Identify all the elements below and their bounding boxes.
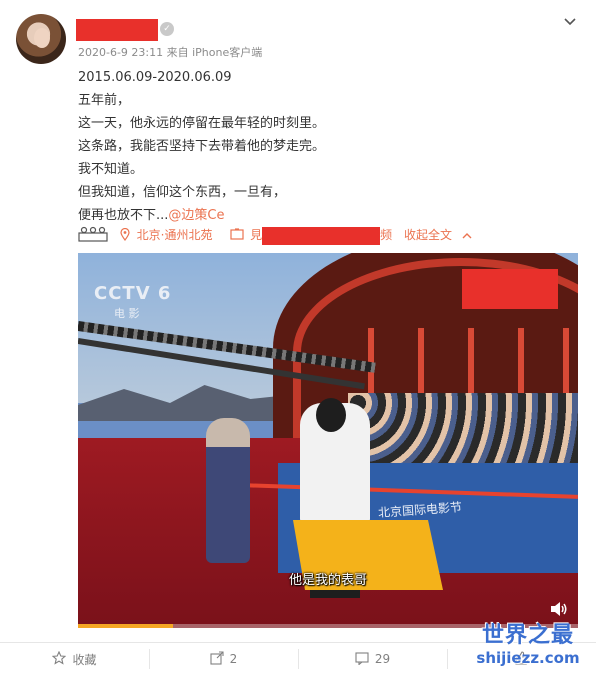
video-subtitle: 他是我的表哥 <box>288 573 367 588</box>
post-line: 但我知道，信仰这个东西，一旦有， <box>78 185 287 200</box>
post-line-text: 便再也放不下... <box>78 208 169 223</box>
video-player[interactable]: 北京国际电影节 CCTV 6 电 影 他是我的表哥 <box>78 253 578 628</box>
repost-button[interactable]: 2 <box>149 643 298 675</box>
watermark: 世界之最 shijiezz.com <box>466 617 590 667</box>
location-icon <box>120 227 130 244</box>
post-line: 这条路，我能否坚持下去带着他的梦走完。 <box>78 139 326 154</box>
video-link-icon <box>230 228 244 243</box>
video-corner-redaction <box>462 269 558 309</box>
collapse-link[interactable]: 收起全文 <box>404 228 452 242</box>
repost-icon <box>210 650 224 668</box>
post-line: 便再也放不下...@边策Ce <box>78 204 578 227</box>
chevron-up-icon[interactable] <box>462 229 472 243</box>
chevron-down-icon[interactable] <box>563 15 577 29</box>
mention-link[interactable]: @边策Ce <box>168 208 224 223</box>
weibo-post-card: ✓ 2020-6-9 23:11 来自 iPhone客户端 2015.06.09… <box>0 0 596 674</box>
video-crowd <box>348 393 578 468</box>
channel-logo: CCTV 6 <box>94 283 172 304</box>
avatar[interactable] <box>16 14 66 64</box>
username-redaction <box>76 19 158 41</box>
post-line: 2015.06.09-2020.06.09 <box>78 70 232 85</box>
watermark-url: shijiezz.com <box>476 649 580 667</box>
video-progress-fill <box>78 624 173 628</box>
post-line: 我不知道。 <box>78 162 144 177</box>
video-person-head <box>316 398 346 432</box>
post-text: 2015.06.09-2020.06.09 五年前， 这一天，他永远的停留在最年… <box>78 66 578 227</box>
post-line: 五年前， <box>78 93 131 108</box>
post-info-row: 北京·通州北苑 見 频 收起全文 <box>78 226 472 246</box>
avatar-face <box>34 28 50 48</box>
channel-sub: 电 影 <box>114 307 140 320</box>
star-icon <box>52 650 67 668</box>
comment-icon <box>355 651 369 668</box>
location-link[interactable]: 北京·通州北苑 <box>137 228 213 242</box>
crowd-icon <box>78 226 108 245</box>
favorite-button[interactable]: 收藏 <box>0 643 149 675</box>
watermark-title: 世界之最 <box>481 623 574 648</box>
video-title-redaction <box>262 226 381 245</box>
comment-count: 29 <box>374 652 391 666</box>
video-link-suffix[interactable]: 频 <box>380 228 392 242</box>
favorite-label: 收藏 <box>72 652 97 667</box>
comment-button[interactable]: 29 <box>298 643 447 675</box>
verified-badge-icon: ✓ <box>160 22 174 36</box>
post-line: 这一天，他永远的停留在最年轻的时刻里。 <box>78 116 326 131</box>
video-link-prefix[interactable]: 見 <box>250 228 262 242</box>
video-person <box>206 418 250 563</box>
repost-count: 2 <box>229 652 238 666</box>
post-meta: 2020-6-9 23:11 来自 iPhone客户端 <box>78 46 263 59</box>
